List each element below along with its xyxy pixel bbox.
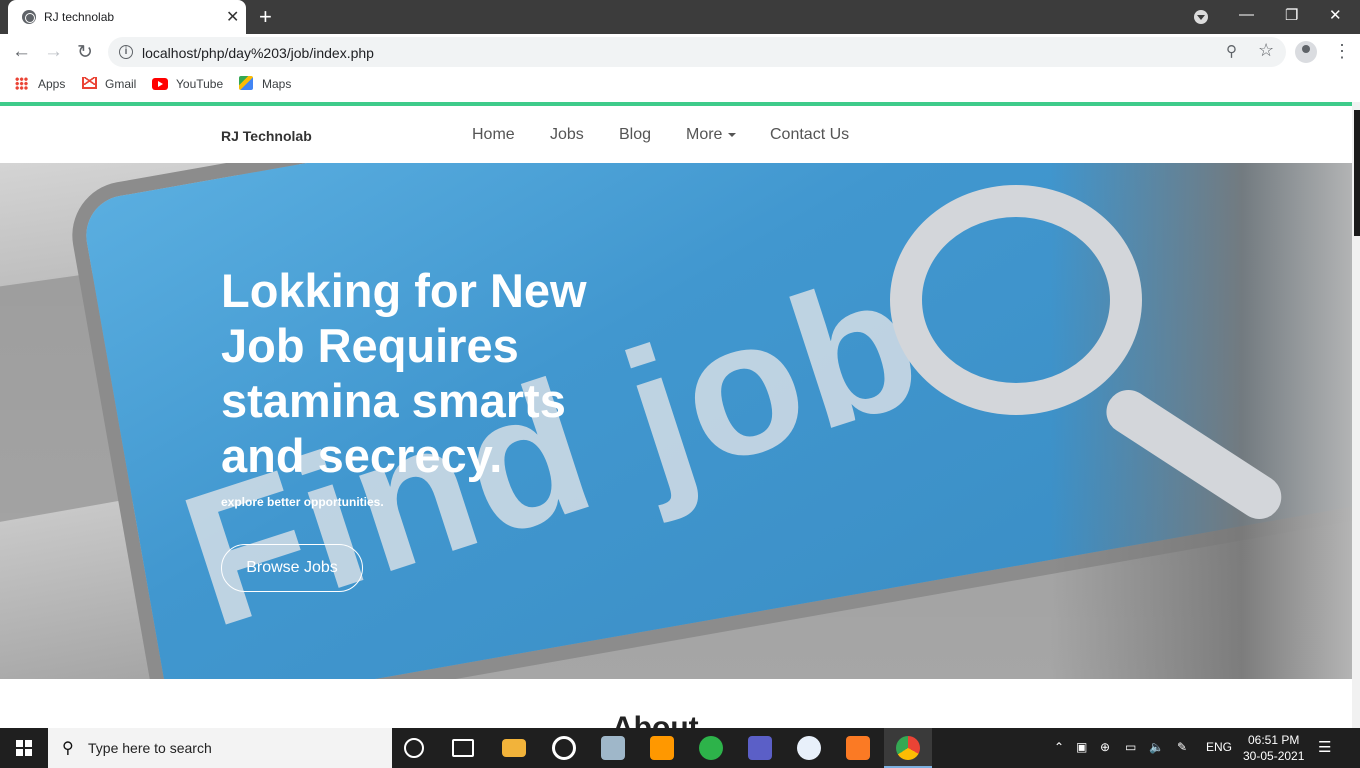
maps-icon — [239, 76, 253, 90]
info-icon[interactable]: i — [119, 45, 133, 59]
hero-subtitle: explore better opportunities. — [221, 495, 384, 509]
site-navbar: RJ Technolab Home Jobs Blog More Contact… — [0, 106, 1352, 163]
back-button[interactable]: ← — [12, 41, 31, 63]
cortana-icon[interactable] — [404, 738, 424, 758]
pen-icon[interactable]: ✎ — [1177, 740, 1187, 754]
nav-more[interactable]: More — [686, 126, 737, 144]
tray-chevron-icon[interactable]: ⌃ — [1054, 740, 1064, 754]
chrome-taskbar-item[interactable] — [884, 728, 932, 768]
taskbar-clock[interactable]: 06:51 PM 30-05-2021 — [1243, 732, 1304, 764]
windows-taskbar: ⚲ Type here to search ⌃ ▣ ⊕ ▭ 🔈 ✎ ENG 06… — [0, 728, 1360, 768]
reload-button[interactable]: ↻ — [77, 41, 93, 64]
gmail-icon — [82, 77, 97, 89]
hero-title: Lokking for New Job Requires stamina sma… — [221, 264, 587, 482]
address-bar[interactable]: i localhost/php/day%203/job/index.php ⚲ … — [108, 37, 1286, 67]
search-icon: ⚲ — [62, 740, 74, 757]
scrollbar-thumb[interactable] — [1354, 110, 1360, 236]
file-explorer-icon[interactable] — [502, 739, 526, 757]
teams-icon[interactable] — [748, 736, 772, 760]
profile-avatar-icon[interactable] — [1295, 41, 1317, 63]
restore-button[interactable]: ❐ — [1285, 6, 1298, 24]
about-heading: About — [612, 715, 699, 728]
magnifier-icon — [890, 185, 1142, 415]
monitor-app-icon[interactable] — [601, 736, 625, 760]
tab-title: RJ technolab — [44, 10, 115, 24]
zoom-icon[interactable]: ⚲ — [1226, 42, 1237, 60]
language-indicator[interactable]: ENG — [1206, 740, 1232, 754]
nav-contact[interactable]: Contact Us — [770, 126, 849, 144]
notifications-icon[interactable]: ☰ — [1318, 738, 1331, 756]
sync-app-icon[interactable] — [699, 736, 723, 760]
browser-toolbar: ← → ↻ i localhost/php/day%203/job/index.… — [0, 34, 1360, 70]
caret-down-icon — [728, 132, 737, 137]
sublime-text-icon[interactable] — [650, 736, 674, 760]
hero-banner: Find job Lokking for New Job Requires st… — [0, 163, 1352, 679]
taskbar-search-placeholder[interactable]: Type here to search — [88, 740, 212, 756]
clock-time: 06:51 PM — [1248, 733, 1300, 747]
bookmark-apps[interactable]: Apps — [38, 77, 65, 91]
youtube-icon — [152, 78, 168, 90]
browser-titlebar: RJ technolab ✕ + — ❐ ✕ — [0, 0, 1360, 34]
battery-icon[interactable]: ▭ — [1125, 740, 1136, 754]
menu-kebab-icon[interactable]: ⋮ — [1333, 41, 1351, 62]
new-tab-button[interactable]: + — [259, 4, 272, 30]
nav-home[interactable]: Home — [472, 126, 515, 144]
xampp-icon[interactable] — [846, 736, 870, 760]
clock-date: 30-05-2021 — [1243, 749, 1305, 763]
minimize-button[interactable]: — — [1239, 6, 1254, 23]
url-text[interactable]: localhost/php/day%203/job/index.php — [142, 45, 374, 61]
browser-tab[interactable]: RJ technolab ✕ — [8, 0, 246, 34]
bookmark-maps[interactable]: Maps — [262, 77, 291, 91]
close-window-button[interactable]: ✕ — [1329, 6, 1342, 24]
network-icon[interactable]: ⊕ — [1100, 740, 1110, 754]
nav-more-label: More — [686, 126, 723, 143]
tab-search-icon[interactable] — [1194, 10, 1208, 24]
bookmark-star-icon[interactable]: ☆ — [1258, 40, 1274, 61]
windows-start-icon[interactable] — [16, 740, 32, 756]
browse-jobs-button[interactable]: Browse Jobs — [221, 544, 363, 592]
nav-blog[interactable]: Blog — [619, 126, 651, 144]
apps-grid-icon — [15, 77, 28, 90]
site-brand[interactable]: RJ Technolab — [221, 128, 312, 144]
task-view-icon[interactable] — [452, 739, 474, 757]
globe-icon — [22, 10, 36, 24]
bookmark-gmail[interactable]: Gmail — [105, 77, 136, 91]
volume-icon[interactable]: 🔈 — [1149, 740, 1164, 754]
media-app-icon[interactable] — [552, 736, 576, 760]
chrome-icon — [896, 736, 920, 760]
bookmark-youtube[interactable]: YouTube — [176, 77, 223, 91]
taskbar-search[interactable]: ⚲ Type here to search — [48, 728, 392, 768]
word-app-icon[interactable] — [797, 736, 821, 760]
tab-close-icon[interactable]: ✕ — [226, 7, 239, 27]
tray-app-icon[interactable]: ▣ — [1076, 740, 1087, 754]
nav-jobs[interactable]: Jobs — [550, 126, 584, 144]
forward-button[interactable]: → — [44, 41, 63, 63]
